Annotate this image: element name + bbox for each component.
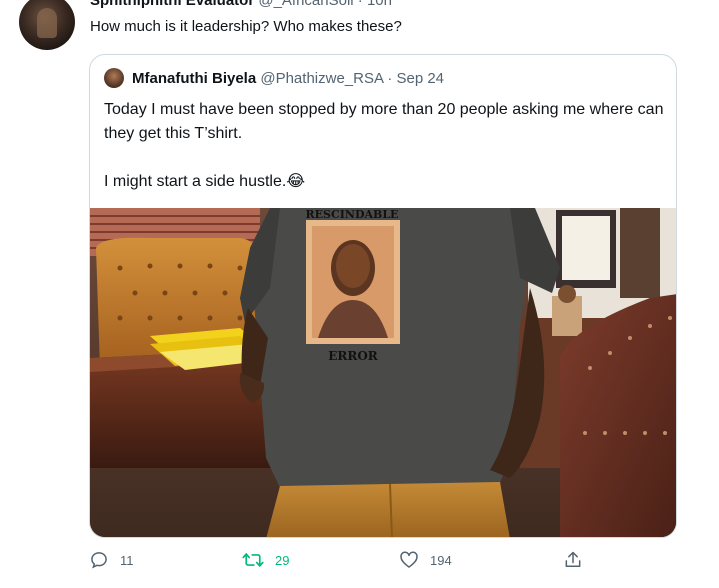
quoted-author-name: Mfanafuthi Biyela bbox=[132, 70, 257, 87]
quoted-tweet-text: Today I must have been stopped by more t… bbox=[104, 98, 664, 194]
quoted-text-line-2: I might start a side hustle.😂 bbox=[104, 170, 664, 194]
tweet-author-avatar[interactable] bbox=[19, 0, 75, 50]
tweet-header: Sphithiphithi Evaluator @_AfricanSoil · … bbox=[90, 0, 392, 10]
reply-icon bbox=[91, 552, 107, 569]
shirt-top-text: RESCINDABLE bbox=[306, 208, 399, 221]
quoted-author-avatar bbox=[104, 68, 124, 88]
tweet-author-name[interactable]: Sphithiphithi Evaluator bbox=[90, 0, 254, 9]
shirt-bottom-text: ERROR bbox=[328, 349, 379, 363]
retweet-button[interactable]: 29 bbox=[242, 550, 289, 570]
quoted-author-meta: @Phathizwe_RSA · Sep 24 bbox=[260, 70, 445, 87]
retweet-count: 29 bbox=[275, 552, 290, 568]
laughing-emoji-icon: 😂 bbox=[286, 173, 306, 190]
reply-count: 11 bbox=[120, 552, 134, 568]
like-icon bbox=[400, 551, 418, 568]
retweet-icon bbox=[242, 553, 264, 567]
reply-button[interactable]: 11 bbox=[89, 550, 134, 570]
tweet-photo[interactable]: RESCINDABLE ERROR bbox=[90, 208, 676, 537]
tweet-text: How much is it leadership? Who makes the… bbox=[90, 18, 402, 35]
quoted-text-line-1: Today I must have been stopped by more t… bbox=[104, 101, 664, 142]
share-icon bbox=[565, 551, 581, 567]
quoted-tweet-card[interactable]: Mfanafuthi Biyela @Phathizwe_RSA · Sep 2… bbox=[89, 54, 677, 538]
like-button[interactable]: 194 bbox=[399, 550, 452, 570]
like-count: 194 bbox=[430, 552, 452, 568]
photo-illustration: RESCINDABLE ERROR bbox=[90, 208, 676, 537]
quoted-text-line-2-text: I might start a side hustle. bbox=[104, 173, 287, 190]
tweet-author-meta[interactable]: @_AfricanSoil · 10h bbox=[258, 0, 392, 9]
share-button[interactable] bbox=[563, 550, 583, 570]
more-icon[interactable]: ··· bbox=[652, 0, 671, 7]
quoted-tweet-header: Mfanafuthi Biyela @Phathizwe_RSA · Sep 2… bbox=[132, 69, 444, 88]
tweet-actions: 11 29 194 bbox=[0, 550, 719, 580]
